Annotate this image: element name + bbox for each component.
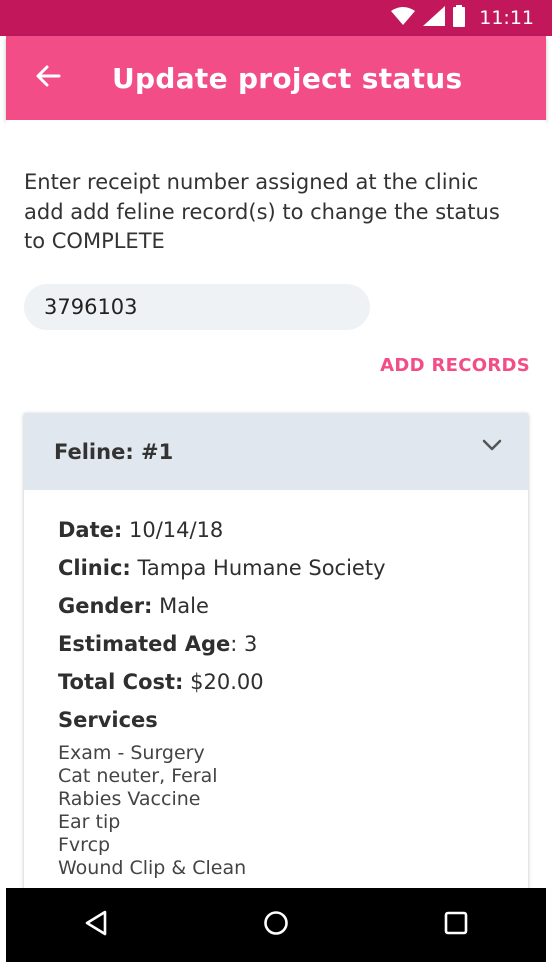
status-time: 11:11 (479, 7, 534, 29)
status-bar: 11:11 (0, 0, 552, 36)
triangle-back-icon (85, 910, 106, 936)
service-item: Wound Clip & Clean (58, 857, 247, 879)
add-records-button[interactable]: ADD RECORDS (380, 355, 530, 376)
record-total-cost: Total Cost: $20.00 (58, 670, 528, 696)
feline-record-header[interactable]: Feline: #1 (24, 413, 528, 490)
feline-record-card: Feline: #1 Date: 10/14/18 Clinic: Tampa … (24, 413, 528, 888)
record-clinic: Clinic: Tampa Humane Society (58, 556, 528, 582)
page-title: Update project status (112, 61, 463, 95)
clinic-value: Tampa Humane Society (130, 556, 386, 580)
nav-home-button[interactable] (263, 910, 289, 940)
record-date: Date: 10/14/18 (58, 518, 528, 544)
age-label: Estimated Age (58, 632, 231, 656)
main-content: Enter receipt number assigned at the cli… (6, 120, 546, 888)
arrow-back-icon (35, 63, 61, 93)
feline-record-title: Feline: #1 (54, 439, 174, 464)
service-item: Rabies Vaccine (58, 788, 201, 810)
app-bar: Update project status (6, 36, 546, 120)
signal-icon (423, 6, 446, 30)
date-value: 10/14/18 (122, 518, 224, 542)
chevron-down-icon[interactable] (482, 437, 502, 456)
battery-icon (453, 5, 466, 31)
cost-label: Total Cost: (58, 670, 184, 694)
instructions-text: Enter receipt number assigned at the cli… (24, 170, 500, 253)
nav-recents-button[interactable] (444, 911, 468, 939)
service-item: Ear tip (58, 811, 121, 833)
square-recents-icon (445, 911, 468, 935)
circle-home-icon (264, 911, 288, 935)
back-button[interactable] (18, 36, 78, 120)
service-item: Exam - Surgery (58, 742, 205, 764)
date-label: Date: (58, 518, 123, 542)
service-item: Fvrcp (58, 834, 111, 856)
clinic-label: Clinic: (58, 556, 131, 580)
gender-value: Male (152, 594, 209, 618)
record-age: Estimated Age: 3 (58, 632, 528, 658)
services-list: Exam - Surgery Cat neuter, Feral Rabies … (58, 742, 528, 880)
receipt-number-input[interactable] (24, 284, 370, 330)
gender-label: Gender: (58, 594, 153, 618)
feline-record-body: Date: 10/14/18 Clinic: Tampa Humane Soci… (24, 490, 528, 880)
navigation-bar (6, 888, 546, 962)
service-item: Cat neuter, Feral (58, 765, 218, 787)
nav-back-button[interactable] (84, 910, 108, 940)
record-gender: Gender: Male (58, 594, 528, 620)
cost-value: $20.00 (183, 670, 264, 694)
services-heading: Services (58, 708, 158, 732)
age-value: : 3 (230, 632, 258, 656)
wifi-icon (391, 6, 416, 30)
